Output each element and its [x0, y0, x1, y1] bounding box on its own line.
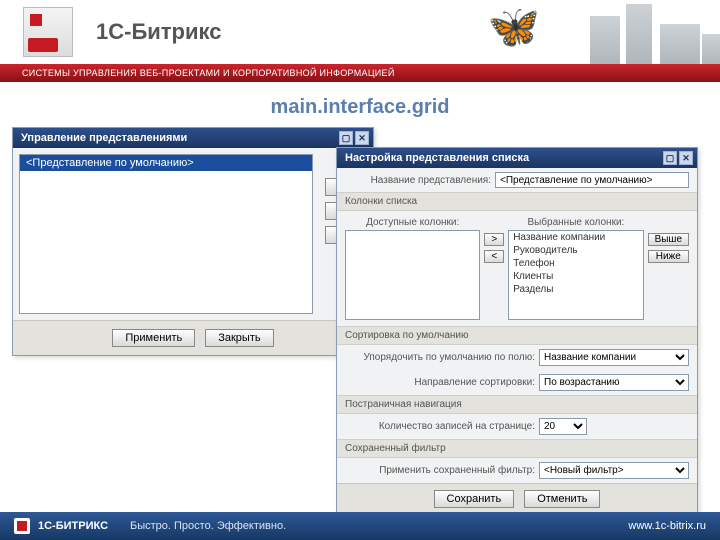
brand-title: 1С-Битрикс [96, 19, 221, 45]
sort-field-select[interactable]: Название компании [539, 349, 689, 366]
views-list[interactable]: <Представление по умолчанию> [19, 154, 313, 314]
sort-field-label: Упорядочить по умолчанию по полю: [345, 352, 535, 363]
selected-columns-caption: Выбранные колонки: [508, 217, 643, 228]
dialog-titlebar: Управление представлениями ▢ ✕ [13, 128, 373, 148]
save-button[interactable]: Сохранить [434, 490, 515, 508]
page-header: 1С-Битрикс 🦋 СИСТЕМЫ УПРАВЛЕНИЯ ВЕБ-ПРОЕ… [0, 0, 720, 82]
close-icon[interactable]: ✕ [679, 151, 693, 165]
skyline-art [580, 0, 720, 64]
views-management-dialog: Управление представлениями ▢ ✕ <Представ… [12, 127, 374, 356]
move-down-button[interactable]: Ниже [648, 250, 689, 263]
header-subtitle-strip: СИСТЕМЫ УПРАВЛЕНИЯ ВЕБ-ПРОЕКТАМИ И КОРПО… [0, 64, 720, 82]
filter-group-label: Сохраненный фильтр [337, 439, 697, 458]
footer-slogan: Быстро. Просто. Эффективно. [130, 520, 286, 532]
list-item[interactable]: Телефон [509, 257, 642, 270]
list-item[interactable]: Название компании [509, 231, 642, 244]
move-left-button[interactable]: < [484, 250, 504, 263]
apply-button[interactable]: Применить [112, 329, 195, 347]
page-title: main.interface.grid [0, 82, 720, 127]
footer-brand: 1С-БИТРИКС [38, 520, 108, 532]
sort-direction-select[interactable]: По возрастанию [539, 374, 689, 391]
dialog-title-text: Настройка представления списка [345, 152, 529, 164]
product-box-icon [18, 3, 78, 61]
saved-filter-label: Применить сохраненный фильтр: [345, 465, 535, 476]
saved-filter-select[interactable]: <Новый фильтр> [539, 462, 689, 479]
available-columns-caption: Доступные колонки: [345, 217, 480, 228]
footer-url[interactable]: www.1c-bitrix.ru [628, 520, 706, 532]
logo-mark-icon [14, 518, 30, 534]
move-up-button[interactable]: Выше [648, 233, 689, 246]
sort-direction-label: Направление сортировки: [345, 377, 535, 388]
list-item[interactable]: Разделы [509, 283, 642, 296]
sort-group-label: Сортировка по умолчанию [337, 326, 697, 345]
list-item[interactable]: <Представление по умолчанию> [20, 155, 312, 171]
list-item[interactable]: Клиенты [509, 270, 642, 283]
paging-group-label: Постраничная навигация [337, 395, 697, 414]
dialog-title-text: Управление представлениями [21, 132, 187, 144]
butterfly-icon: 🦋 [488, 6, 540, 48]
available-columns-list[interactable] [345, 230, 480, 320]
page-size-label: Количество записей на странице: [345, 421, 535, 432]
minimize-icon[interactable]: ▢ [663, 151, 677, 165]
move-right-button[interactable]: > [484, 233, 504, 246]
selected-columns-list[interactable]: Название компанииРуководительТелефонКлие… [508, 230, 643, 320]
cancel-button[interactable]: Отменить [524, 490, 600, 508]
dialog-canvas: Управление представлениями ▢ ✕ <Представ… [0, 127, 720, 507]
footer-bar: 1С-БИТРИКС Быстро. Просто. Эффективно. w… [0, 512, 720, 540]
close-button[interactable]: Закрыть [205, 329, 273, 347]
view-settings-dialog: Настройка представления списка ▢ ✕ Назва… [336, 147, 698, 515]
page-size-select[interactable]: 20 [539, 418, 587, 435]
dialog-titlebar: Настройка представления списка ▢ ✕ [337, 148, 697, 168]
close-icon[interactable]: ✕ [355, 131, 369, 145]
view-name-input[interactable] [495, 172, 689, 188]
list-item[interactable]: Руководитель [509, 244, 642, 257]
minimize-icon[interactable]: ▢ [339, 131, 353, 145]
view-name-label: Название представления: [345, 175, 491, 186]
columns-group-label: Колонки списка [337, 192, 697, 211]
